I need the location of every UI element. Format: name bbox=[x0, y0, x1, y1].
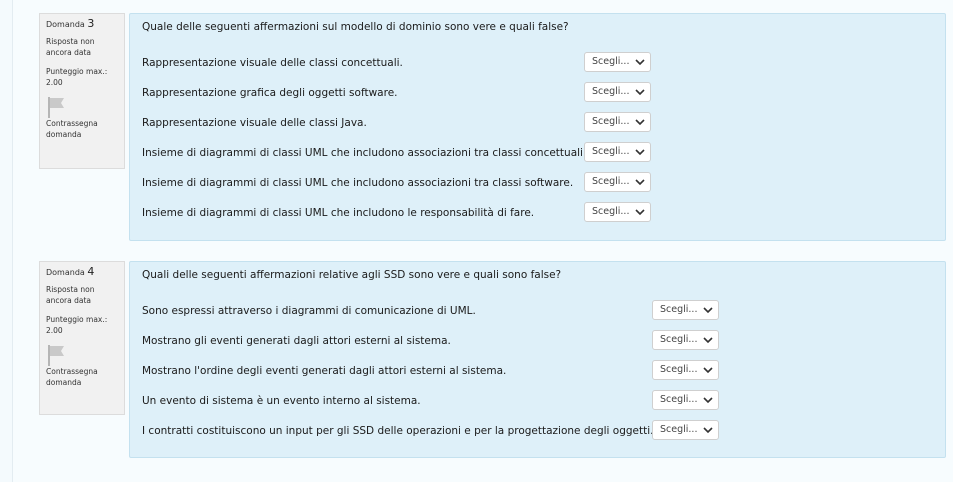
select-value: Scegli... bbox=[592, 176, 630, 187]
chevron-down-icon bbox=[703, 367, 713, 374]
chevron-down-icon bbox=[635, 59, 645, 66]
flag-icon[interactable] bbox=[46, 96, 66, 118]
select-value: Scegli... bbox=[660, 424, 698, 435]
answer-select[interactable]: Scegli... bbox=[584, 52, 651, 72]
question-state: Risposta non ancora data bbox=[46, 37, 95, 57]
statement-label: I contratti costituiscono un input per g… bbox=[142, 425, 654, 437]
statement-label: Insieme di diagrammi di classi UML che i… bbox=[142, 177, 574, 189]
question-info: Domanda 4 Risposta non ancora data Punte… bbox=[39, 261, 125, 415]
chevron-down-icon bbox=[703, 427, 713, 434]
flag-question-link[interactable]: Contrassegna domanda bbox=[46, 118, 110, 140]
chevron-down-icon bbox=[703, 397, 713, 404]
question-number: Domanda 4 bbox=[46, 265, 95, 278]
select-value: Scegli... bbox=[660, 394, 698, 405]
chevron-down-icon bbox=[635, 179, 645, 186]
select-value: Scegli... bbox=[592, 146, 630, 157]
statement-label: Insieme di diagrammi di classi UML che i… bbox=[142, 207, 535, 219]
answer-select[interactable]: Scegli... bbox=[652, 300, 719, 320]
statement-label: Sono espressi attraverso i diagrammi di … bbox=[142, 305, 476, 317]
question-text: Quale delle seguenti affermazioni sul mo… bbox=[142, 21, 569, 33]
answer-select[interactable]: Scegli... bbox=[584, 172, 651, 192]
chevron-down-icon bbox=[635, 149, 645, 156]
statement-label: Rappresentazione grafica degli oggetti s… bbox=[142, 87, 398, 99]
question-text: Quali delle seguenti affermazioni relati… bbox=[142, 269, 562, 281]
statement-label: Un evento di sistema è un evento interno… bbox=[142, 395, 421, 407]
answer-select[interactable]: Scegli... bbox=[584, 142, 651, 162]
answer-select[interactable]: Scegli... bbox=[652, 360, 719, 380]
answer-select[interactable]: Scegli... bbox=[584, 82, 651, 102]
chevron-down-icon bbox=[635, 89, 645, 96]
question-state: Risposta non ancora data bbox=[46, 285, 95, 305]
chevron-down-icon bbox=[635, 119, 645, 126]
select-value: Scegli... bbox=[660, 364, 698, 375]
answer-select[interactable]: Scegli... bbox=[584, 112, 651, 132]
select-value: Scegli... bbox=[592, 206, 630, 217]
statement-label: Mostrano l'ordine degli eventi generati … bbox=[142, 365, 507, 377]
question-info: Domanda 3 Risposta non ancora data Punte… bbox=[39, 13, 125, 169]
quiz-page: Domanda 3 Risposta non ancora data Punte… bbox=[12, 0, 953, 482]
select-value: Scegli... bbox=[592, 116, 630, 127]
select-value: Scegli... bbox=[660, 304, 698, 315]
answer-select[interactable]: Scegli... bbox=[584, 202, 651, 222]
flag-question-link[interactable]: Contrassegna domanda bbox=[46, 366, 110, 388]
select-value: Scegli... bbox=[660, 334, 698, 345]
answer-select[interactable]: Scegli... bbox=[652, 390, 719, 410]
question-content: Quali delle seguenti affermazioni relati… bbox=[129, 261, 946, 458]
question-grade: Punteggio max.: 2.00 bbox=[46, 315, 108, 335]
question-content: Quale delle seguenti affermazioni sul mo… bbox=[129, 13, 946, 241]
statement-label: Insieme di diagrammi di classi UML che i… bbox=[142, 147, 587, 159]
chevron-down-icon bbox=[703, 307, 713, 314]
answer-select[interactable]: Scegli... bbox=[652, 420, 719, 440]
chevron-down-icon bbox=[703, 337, 713, 344]
flag-icon[interactable] bbox=[46, 344, 66, 366]
select-value: Scegli... bbox=[592, 56, 630, 67]
question-number: Domanda 3 bbox=[46, 17, 95, 30]
statement-label: Rappresentazione visuale delle classi Ja… bbox=[142, 117, 367, 129]
statement-label: Rappresentazione visuale delle classi co… bbox=[142, 57, 403, 69]
chevron-down-icon bbox=[635, 209, 645, 216]
answer-select[interactable]: Scegli... bbox=[652, 330, 719, 350]
select-value: Scegli... bbox=[592, 86, 630, 97]
statement-label: Mostrano gli eventi generati dagli attor… bbox=[142, 335, 451, 347]
question-grade: Punteggio max.: 2.00 bbox=[46, 67, 108, 87]
